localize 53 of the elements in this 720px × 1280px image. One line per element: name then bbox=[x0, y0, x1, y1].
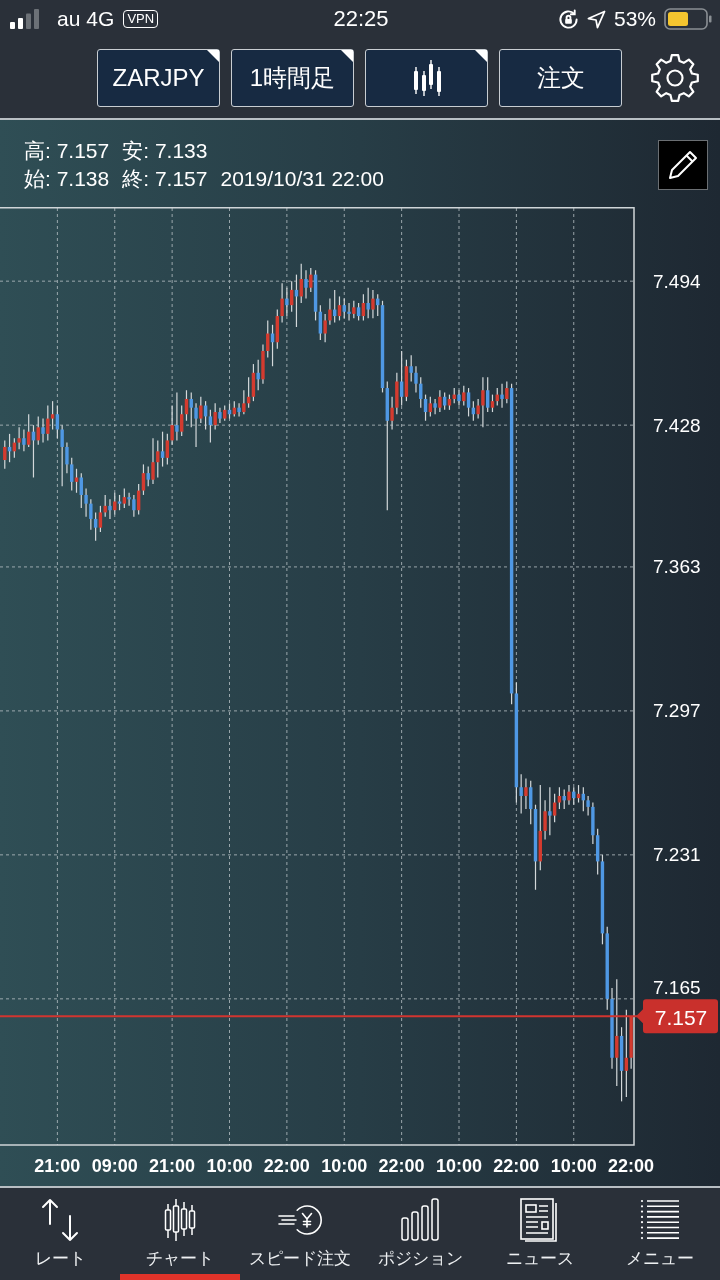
speed-order-tab[interactable]: スピード注文 bbox=[240, 1188, 360, 1280]
draw-tool-button[interactable] bbox=[658, 140, 708, 190]
timeframe-button[interactable]: 1時間足 bbox=[231, 49, 354, 107]
position-tab[interactable]: ポジション bbox=[360, 1188, 480, 1280]
rotation-lock-icon bbox=[557, 8, 579, 30]
settings-icon[interactable] bbox=[650, 53, 700, 103]
signal-icon bbox=[10, 9, 40, 29]
time-axis-label: 10:00 bbox=[550, 1156, 597, 1176]
currency-pair-button[interactable]: ZARJPY bbox=[97, 49, 220, 107]
candlestick-icon bbox=[411, 59, 442, 97]
price-axis-label: 7.494 bbox=[653, 270, 701, 292]
arrows-icon bbox=[40, 1198, 80, 1242]
vpn-indicator: VPN bbox=[123, 10, 159, 28]
price-axis-label: 7.428 bbox=[653, 414, 701, 436]
time-axis-label: 22:00 bbox=[378, 1156, 425, 1176]
pencil-icon bbox=[668, 150, 698, 180]
ohlc-reading: 2019/10/31 22:00 bbox=[220, 166, 384, 192]
ref-line-label: 7.157 bbox=[654, 1005, 708, 1029]
ohlc-reading: 高: 7.157 bbox=[24, 138, 110, 164]
time-axis-label: 09:00 bbox=[91, 1156, 138, 1176]
menu-tab[interactable]: メニュー bbox=[600, 1188, 720, 1280]
network-type: 4G bbox=[86, 7, 115, 31]
price-axis-label: 7.165 bbox=[653, 976, 701, 998]
time-axis-label: 21:00 bbox=[34, 1156, 81, 1176]
time-axis-label: 22:00 bbox=[493, 1156, 540, 1176]
time-axis-label: 10:00 bbox=[436, 1156, 483, 1176]
order-button[interactable]: 注文 bbox=[499, 49, 622, 107]
yen-coin-icon bbox=[278, 1202, 322, 1238]
chart-type-button[interactable] bbox=[365, 49, 488, 107]
newspaper-icon bbox=[520, 1198, 560, 1242]
bar-chart-icon bbox=[400, 1198, 440, 1242]
battery-percent: 53% bbox=[613, 7, 656, 31]
time-axis-label: 10:00 bbox=[206, 1156, 253, 1176]
battery-icon bbox=[664, 8, 712, 30]
time-axis-label: 21:00 bbox=[149, 1156, 196, 1176]
list-icon bbox=[640, 1198, 680, 1242]
time-axis-label: 22:00 bbox=[263, 1156, 310, 1176]
price-axis-label: 7.297 bbox=[653, 700, 701, 722]
time-axis-label: 22:00 bbox=[608, 1156, 655, 1176]
chart-tab[interactable]: チャート bbox=[120, 1188, 240, 1280]
carrier-name: au bbox=[57, 7, 81, 31]
price-axis-label: 7.231 bbox=[653, 844, 701, 866]
time-axis-label: 10:00 bbox=[321, 1156, 368, 1176]
clock-time: 22:25 bbox=[333, 6, 389, 32]
location-arrow-icon bbox=[586, 9, 606, 29]
ohlc-reading: 終: 7.157 bbox=[122, 166, 208, 192]
price-axis-label: 7.363 bbox=[653, 556, 701, 578]
ohlc-reading: 安: 7.133 bbox=[122, 138, 208, 164]
ohlc-reading: 始: 7.138 bbox=[24, 166, 110, 192]
news-tab[interactable]: ニュース bbox=[480, 1188, 600, 1280]
candlestick-icon bbox=[164, 1198, 196, 1242]
current-price-tag: 7.157 bbox=[636, 999, 718, 1034]
rate-tab[interactable]: レート bbox=[0, 1188, 120, 1280]
